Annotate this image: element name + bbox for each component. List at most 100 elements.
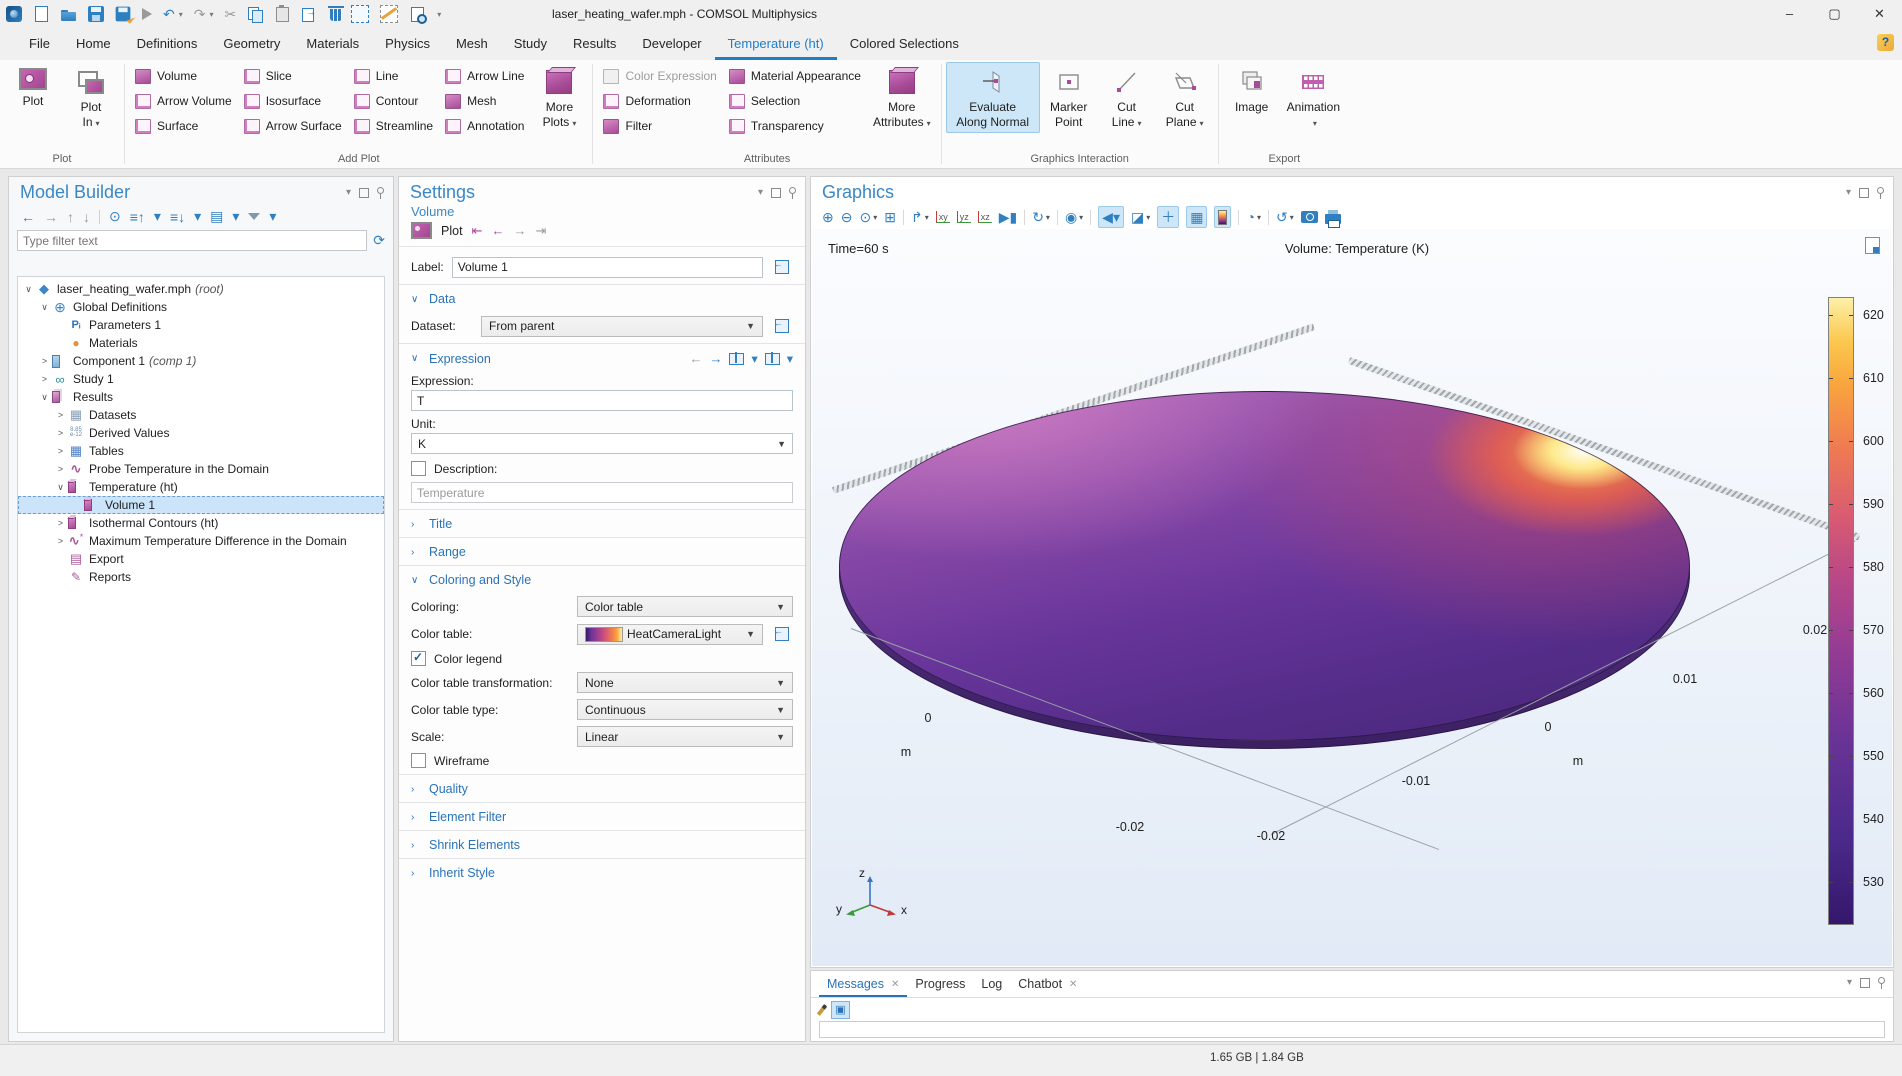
view-yz-icon[interactable]: yz	[957, 211, 971, 223]
tree-item-volume-1[interactable]: Volume 1	[18, 496, 384, 514]
update-plot-icon[interactable]: ↺▾	[1276, 209, 1294, 226]
volume-button[interactable]: Volume	[135, 65, 232, 87]
cut-plane-button[interactable]: CutPlane▾	[1156, 62, 1214, 133]
tree-item-max-temp-difference[interactable]: Maximum Temperature Difference in the Do…	[18, 532, 384, 550]
tab-geometry[interactable]: Geometry	[210, 28, 293, 60]
scene-light-icon[interactable]: ◉▾	[1065, 209, 1083, 226]
help-icon[interactable]: ?	[1877, 34, 1894, 51]
grid-toggle-icon[interactable]: ▦	[1186, 206, 1207, 228]
color-table-dropdown[interactable]: HeatCameraLight▼	[577, 624, 763, 645]
close-icon[interactable]: ✕	[891, 979, 899, 990]
chevron-collapsed-icon[interactable]	[38, 374, 51, 384]
tree-item-parameters[interactable]: Parameters 1	[18, 316, 384, 334]
material-appearance-button[interactable]: Material Appearance	[729, 65, 861, 87]
snapshot-camera-icon[interactable]	[1301, 211, 1318, 223]
cut-line-button[interactable]: CutLine▾	[1098, 62, 1156, 133]
refresh-icon[interactable]: ⟳	[373, 232, 385, 249]
tree-item-derived-values[interactable]: Derived Values	[18, 424, 384, 442]
filter-button[interactable]: Filter	[603, 115, 716, 137]
tree-item-component[interactable]: Component 1(comp 1)	[18, 352, 384, 370]
float-panel-icon[interactable]	[1860, 978, 1870, 988]
previous-plot-icon[interactable]: ←	[491, 223, 504, 238]
float-panel-icon[interactable]	[1859, 188, 1869, 198]
tab-progress[interactable]: Progress	[907, 971, 973, 997]
tab-developer[interactable]: Developer	[629, 28, 714, 60]
node-columns-icon[interactable]: ▤	[210, 208, 223, 225]
tree-item-temperature-ht[interactable]: Temperature (ht)	[18, 478, 384, 496]
redo-icon[interactable]: ↷	[194, 6, 206, 22]
paste-icon[interactable]	[274, 6, 290, 22]
slice-button[interactable]: Slice	[244, 65, 342, 87]
copy-icon[interactable]	[247, 6, 263, 22]
rename-icon[interactable]	[771, 256, 793, 278]
float-panel-icon[interactable]	[771, 188, 781, 198]
tree-item-export[interactable]: Export	[18, 550, 384, 568]
plot-in-button[interactable]: PlotIn▾	[62, 62, 120, 133]
filter-caret-icon[interactable]: ▾	[269, 208, 276, 225]
chevron-collapsed-icon[interactable]	[54, 428, 67, 438]
animation-button[interactable]: Animation▾	[1281, 62, 1346, 133]
chevron-collapsed-icon[interactable]	[38, 356, 51, 366]
color-legend-checkbox[interactable]	[411, 651, 426, 666]
deformation-button[interactable]: Deformation	[603, 90, 716, 112]
zoom-box-icon[interactable]: ⊙▾	[859, 209, 877, 226]
more-attributes-button[interactable]: MoreAttributes▾	[867, 62, 937, 133]
more-plots-button[interactable]: MorePlots▾	[530, 62, 588, 133]
zoom-out-icon[interactable]: ⊖	[841, 209, 853, 226]
section-data[interactable]: ∨ Data	[399, 285, 805, 312]
section-title[interactable]: › Title	[399, 510, 805, 537]
tree-item-reports[interactable]: Reports	[18, 568, 384, 586]
chevron-collapsed-icon[interactable]	[54, 410, 67, 420]
arrow-surface-button[interactable]: Arrow Surface	[244, 115, 342, 137]
coloring-dropdown[interactable]: Color table▼	[577, 596, 793, 617]
expand-caret-icon[interactable]: ▾	[154, 208, 161, 225]
tree-item-results[interactable]: Results	[18, 388, 384, 406]
tab-study[interactable]: Study	[501, 28, 560, 60]
tree-item-isothermal-contours[interactable]: Isothermal Contours (ht)	[18, 514, 384, 532]
save-icon[interactable]	[88, 6, 104, 22]
axes-toggle-icon[interactable]: ＋	[1157, 206, 1179, 228]
run-icon[interactable]	[142, 8, 152, 20]
settings-plot-button[interactable]: Plot	[441, 224, 463, 238]
tree-filter-input[interactable]	[17, 230, 367, 251]
tab-colored-selections[interactable]: Colored Selections	[837, 28, 972, 60]
section-coloring-and-style[interactable]: ∨ Coloring and Style	[399, 566, 805, 593]
minimize-button[interactable]: –	[1767, 0, 1812, 28]
panel-menu-icon[interactable]: ▾	[1846, 187, 1851, 198]
expression-input[interactable]	[411, 390, 793, 411]
section-expression[interactable]: ∨ Expression ← → ▾ ▾	[399, 344, 805, 372]
tab-log[interactable]: Log	[973, 971, 1010, 997]
tab-definitions[interactable]: Definitions	[124, 28, 211, 60]
undo-caret-icon[interactable]: ▾	[179, 10, 183, 19]
tab-results[interactable]: Results	[560, 28, 629, 60]
view-xy-icon[interactable]: xy	[936, 211, 950, 223]
forward-icon[interactable]: →	[44, 209, 58, 225]
replace-expression-icon[interactable]	[729, 353, 744, 365]
tab-physics[interactable]: Physics	[372, 28, 443, 60]
select-box-icon[interactable]	[351, 5, 369, 23]
plot-button[interactable]: Plot	[4, 62, 62, 112]
color-legend-toggle-icon[interactable]	[1214, 206, 1231, 228]
redo-caret-icon[interactable]: ▾	[209, 10, 213, 19]
isosurface-button[interactable]: Isosurface	[244, 90, 342, 112]
plot-window-icon[interactable]	[1865, 237, 1880, 254]
chevron-collapsed-icon[interactable]	[54, 518, 67, 528]
delete-icon[interactable]	[330, 9, 342, 21]
section-range[interactable]: › Range	[399, 538, 805, 565]
pin-icon[interactable]	[789, 187, 796, 194]
color-table-transformation-dropdown[interactable]: None▼	[577, 672, 793, 693]
tab-chatbot[interactable]: Chatbot✕	[1010, 971, 1085, 997]
chevron-expanded-icon[interactable]	[38, 302, 51, 313]
clear-selection-icon[interactable]	[380, 5, 398, 23]
image-button[interactable]: Image	[1223, 62, 1281, 118]
unit-combo[interactable]: K▼	[411, 433, 793, 454]
panel-menu-icon[interactable]: ▾	[346, 187, 351, 198]
annotation-button[interactable]: Annotation	[445, 115, 524, 137]
mesh-button[interactable]: Mesh	[445, 90, 524, 112]
insert-expression-caret-icon[interactable]: ▾	[787, 351, 793, 366]
find-icon[interactable]	[411, 7, 424, 22]
section-inherit-style[interactable]: › Inherit Style	[399, 859, 805, 886]
chevron-expanded-icon[interactable]	[22, 284, 35, 295]
streamline-button[interactable]: Streamline	[354, 115, 433, 137]
tree-item-root[interactable]: laser_heating_wafer.mph(root)	[18, 280, 384, 298]
